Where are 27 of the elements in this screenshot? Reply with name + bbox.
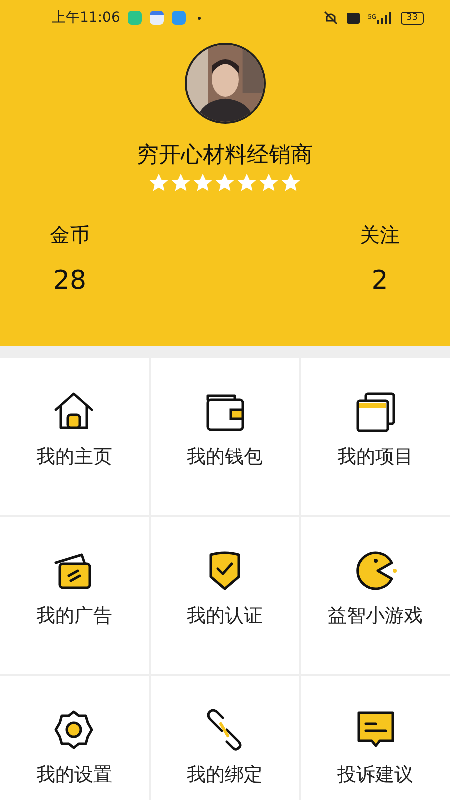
star-icon (236, 172, 258, 194)
battery-indicator: 33 (400, 12, 424, 24)
signal-icon (376, 12, 393, 24)
menu-tile[interactable]: 投诉建议 (301, 676, 450, 800)
menu-tile[interactable]: 我的广告 (0, 517, 149, 674)
profile-name: 穷开心材料经销商 (137, 142, 313, 170)
star-icon (192, 172, 214, 194)
stat-value: 2 (372, 264, 388, 298)
star-icon (170, 172, 192, 194)
stat-label: 关注 (360, 222, 400, 248)
calendar-icon (150, 11, 164, 25)
menu-tile[interactable]: 我的钱包 (150, 358, 300, 515)
menu-tile[interactable]: 益智小游戏 (301, 517, 450, 674)
star-icon (148, 172, 170, 194)
star-icon (280, 172, 302, 194)
pacman-icon (354, 549, 398, 593)
menu-tile[interactable]: 我的认证 (150, 517, 300, 674)
mute-icon (323, 11, 340, 25)
menu-tile[interactable]: 我的项目 (301, 358, 450, 515)
stat-value: 28 (53, 264, 87, 298)
menu-tile[interactable]: 我的主页 (0, 358, 149, 515)
status-time: 上午11:06 (52, 8, 120, 28)
star-icon (258, 172, 280, 194)
star-icon (214, 172, 236, 194)
menu-tile[interactable]: 我的设置 (0, 676, 149, 800)
menu-tile[interactable]: 我的绑定 (150, 676, 300, 800)
stat-label: 金币 (50, 222, 90, 248)
